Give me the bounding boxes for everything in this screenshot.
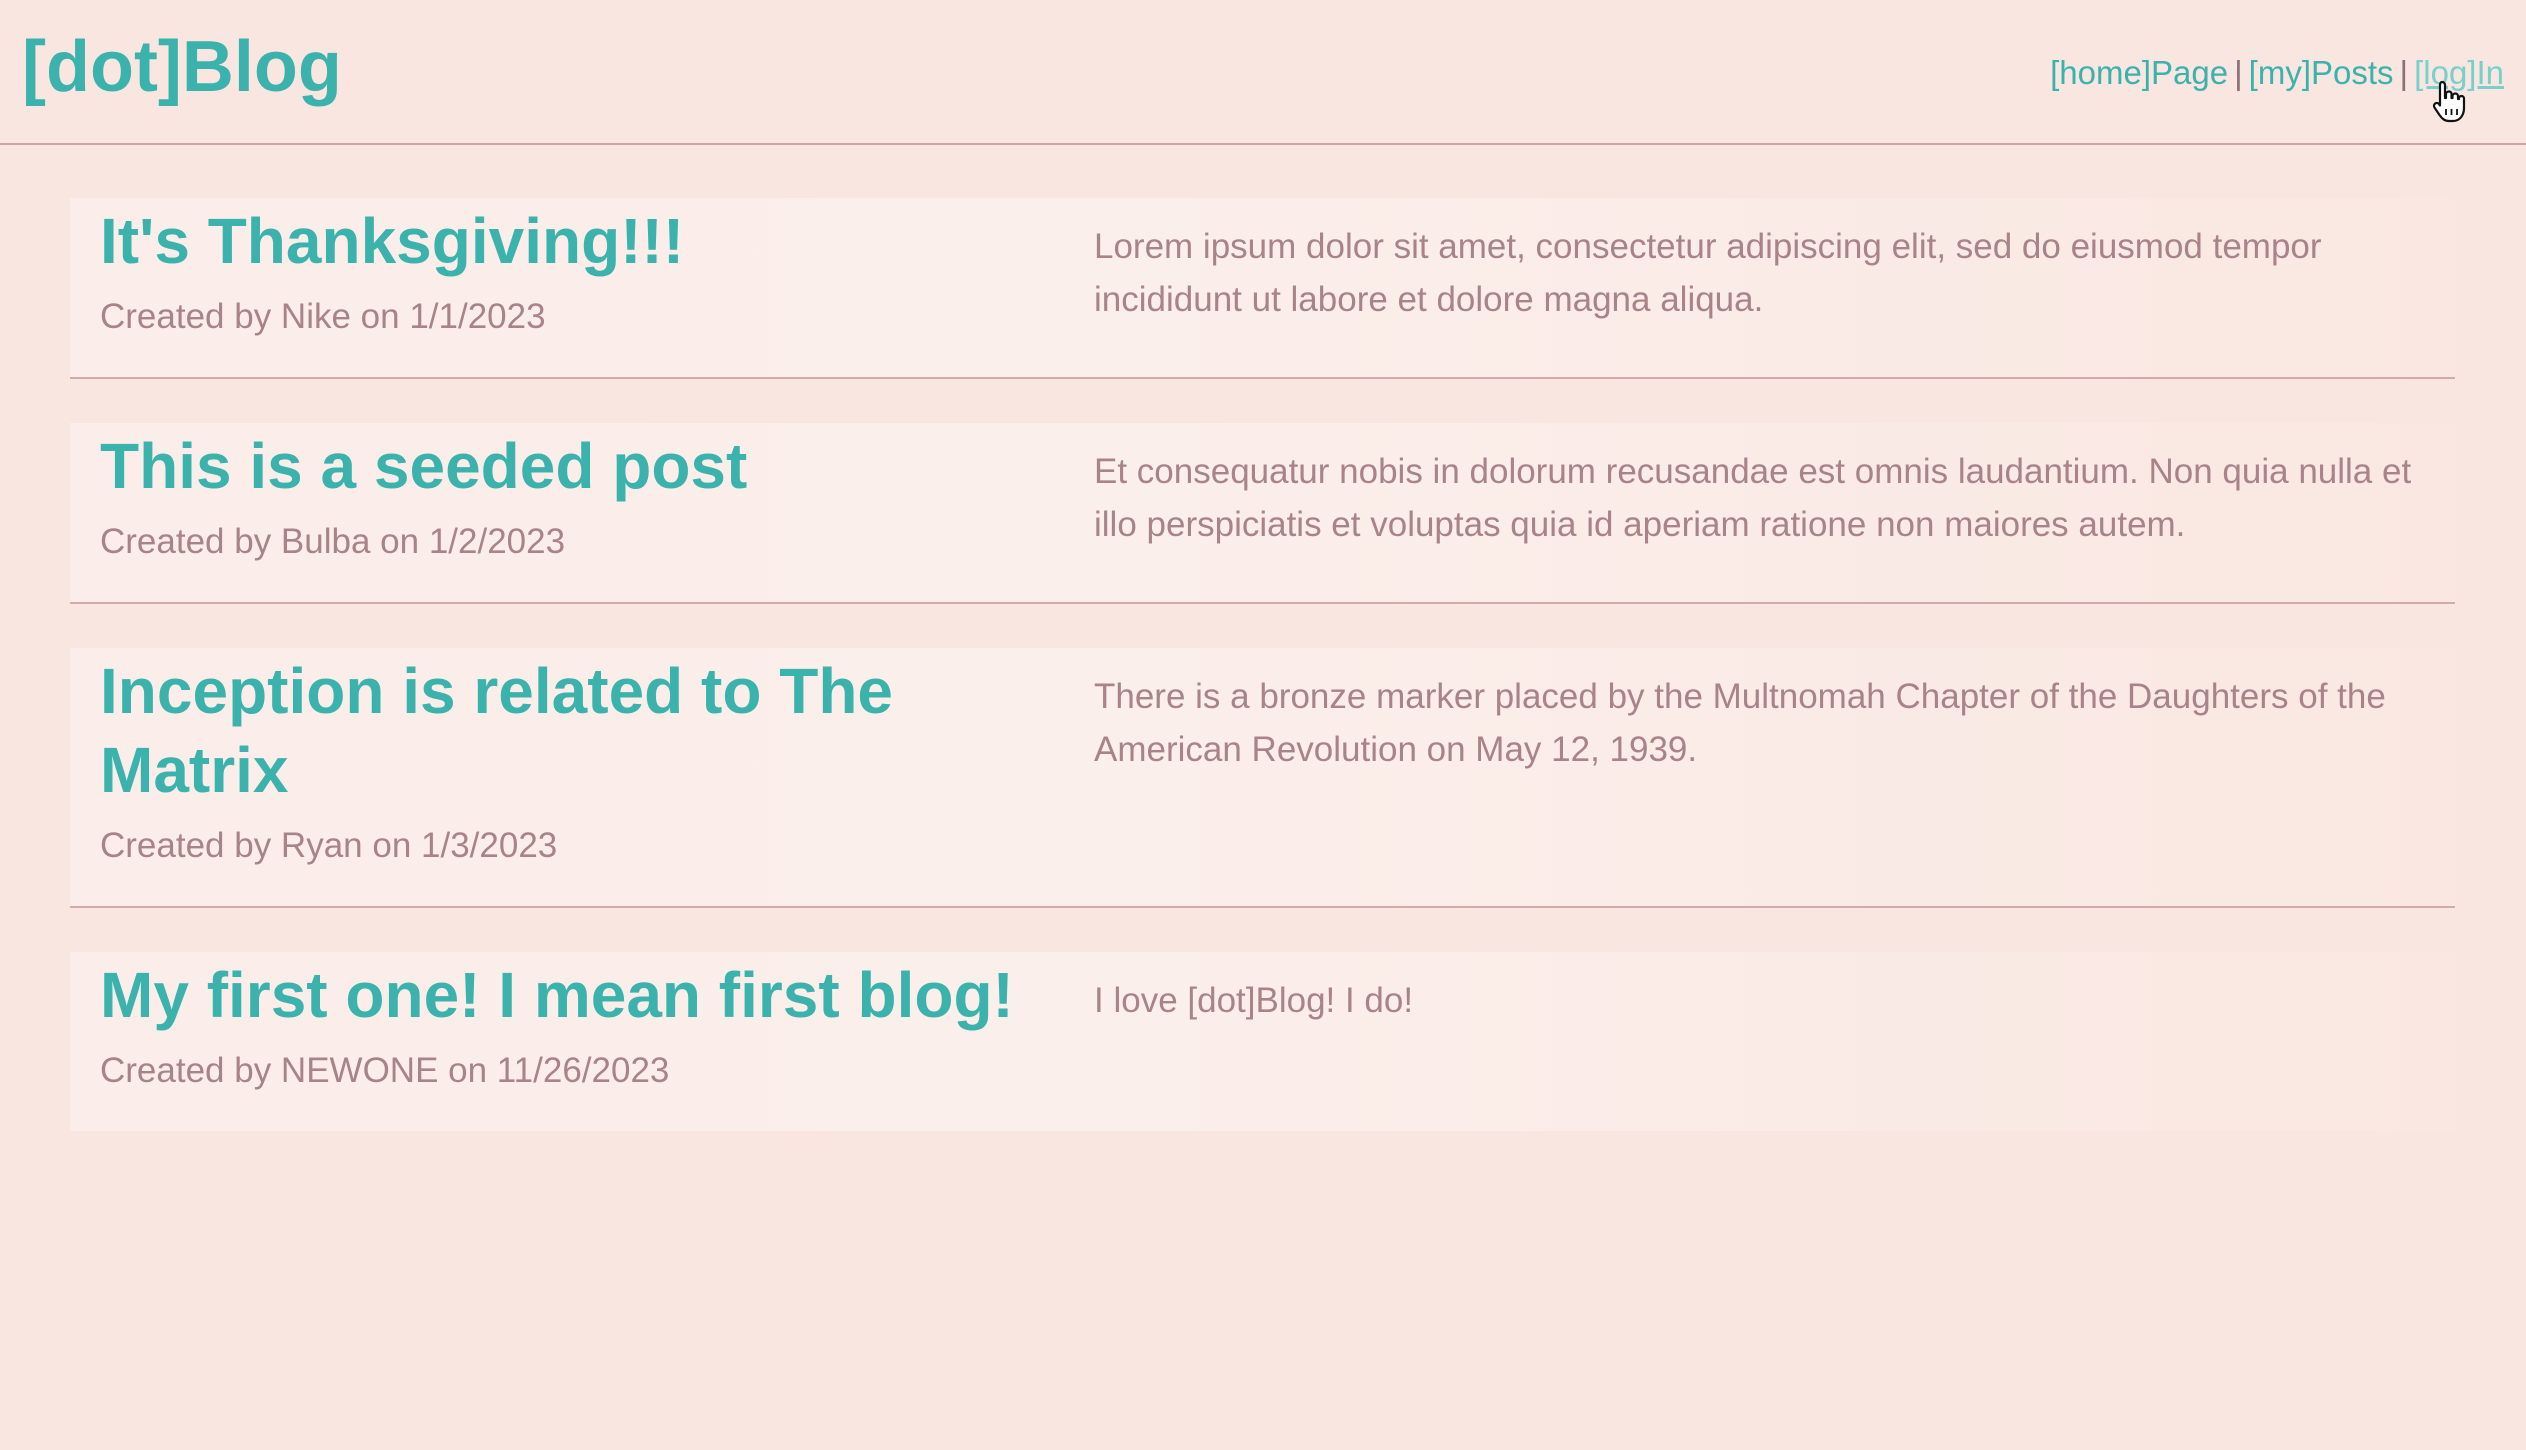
nav-my-posts-link[interactable]: [my]Posts (2249, 54, 2394, 91)
post-body: I love [dot]Blog! I do! (1094, 981, 1414, 1020)
nav-separator: | (2234, 54, 2243, 91)
post-card[interactable]: Inception is related to The Matrix Creat… (70, 648, 2455, 906)
main-nav: [home]Page | [my]Posts | [log]In (2050, 50, 2504, 96)
post-meta: Created by Ryan on 1/3/2023 (100, 826, 558, 865)
post-header: It's Thanksgiving!!! Created by Nike on … (100, 198, 1094, 377)
post-body: There is a bronze marker placed by the M… (1094, 677, 2386, 769)
post-body: Lorem ipsum dolor sit amet, consectetur … (1094, 227, 2322, 319)
nav-login-link[interactable]: [log]In (2414, 54, 2504, 91)
post-meta: Created by NEWONE on 11/26/2023 (100, 1051, 670, 1090)
site-header: [dot]Blog [home]Page | [my]Posts | [log]In (0, 0, 2526, 145)
site-logo[interactable]: [dot]Blog (22, 22, 342, 112)
post-header: This is a seeded post Created by Bulba o… (100, 423, 1094, 602)
post-body: Et consequatur nobis in dolorum recusand… (1094, 452, 2412, 544)
post-card[interactable]: It's Thanksgiving!!! Created by Nike on … (70, 198, 2455, 377)
post-title[interactable]: My first one! I mean first blog! (100, 956, 1094, 1035)
post-card[interactable]: This is a seeded post Created by Bulba o… (70, 423, 2455, 602)
post-meta: Created by Nike on 1/1/2023 (100, 297, 546, 336)
post-header: Inception is related to The Matrix Creat… (100, 648, 1094, 906)
post-list: It's Thanksgiving!!! Created by Nike on … (70, 198, 2455, 1131)
nav-home-link[interactable]: [home]Page (2050, 54, 2228, 91)
post-header: My first one! I mean first blog! Created… (100, 952, 1094, 1131)
nav-separator: | (2399, 54, 2409, 91)
post-meta: Created by Bulba on 1/2/2023 (100, 522, 566, 561)
post-title[interactable]: Inception is related to The Matrix (100, 652, 1094, 810)
post-card[interactable]: My first one! I mean first blog! Created… (70, 952, 2455, 1131)
post-title[interactable]: It's Thanksgiving!!! (100, 202, 1094, 281)
post-title[interactable]: This is a seeded post (100, 427, 1094, 506)
